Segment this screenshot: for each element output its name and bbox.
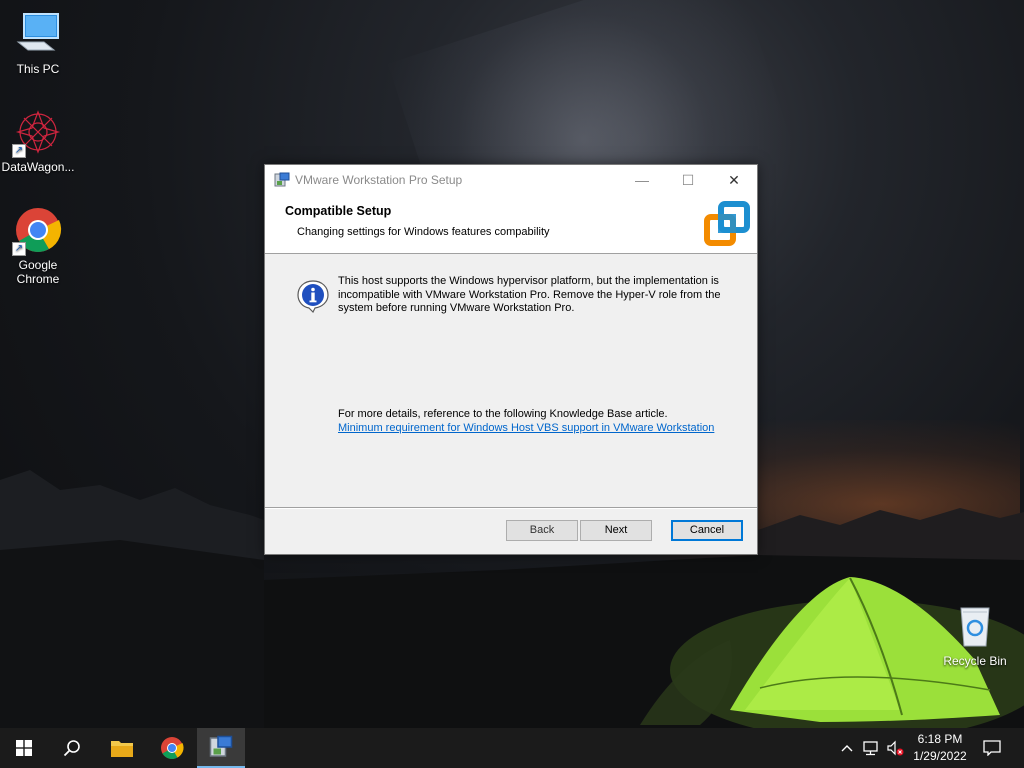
- desktop-icon-this-pc[interactable]: This PC: [0, 10, 76, 76]
- desktop-icon-label: DataWagon...: [1, 160, 75, 174]
- message-text: This host supports the Windows hyperviso…: [338, 275, 721, 314]
- chevron-up-icon: [841, 745, 853, 752]
- header-title: Compatible Setup: [285, 204, 392, 218]
- installer-app-icon: [209, 735, 233, 757]
- computer-icon: [14, 10, 62, 58]
- desktop-icon-google-chrome[interactable]: ↗ Google Chrome: [0, 206, 76, 286]
- kb-article-link[interactable]: Minimum requirement for Windows Host VBS…: [338, 422, 714, 434]
- chrome-icon: [161, 737, 184, 759]
- system-clock[interactable]: 6:18 PM 1/29/2022: [904, 731, 976, 765]
- vmware-logo-icon: [704, 201, 750, 246]
- installer-app-icon: [274, 172, 290, 187]
- dialog-title: VMware Workstation Pro Setup: [295, 173, 463, 187]
- desktop-icon-label: Google Chrome: [16, 258, 60, 286]
- desktop-icon-label: This PC: [16, 62, 60, 76]
- header-subtitle: Changing settings for Windows features c…: [297, 226, 550, 238]
- desktop-icon-recycle-bin[interactable]: Recycle Bin: [937, 602, 1013, 668]
- folder-icon: [111, 741, 133, 757]
- clock-date: 1/29/2022: [913, 749, 967, 763]
- show-hidden-icons-button[interactable]: [838, 728, 856, 768]
- cancel-button[interactable]: Cancel: [671, 520, 743, 541]
- volume-muted-icon: [887, 740, 904, 756]
- notification-icon: [983, 740, 1001, 756]
- volume-control[interactable]: [884, 728, 906, 768]
- dialog-header: Compatible Setup Changing settings for W…: [265, 195, 757, 254]
- search-button[interactable]: [48, 728, 96, 768]
- search-icon: [63, 740, 80, 757]
- close-button[interactable]: ✕: [711, 165, 757, 195]
- maximize-button[interactable]: ☐: [665, 165, 711, 195]
- info-icon: [297, 280, 329, 313]
- dialog-titlebar[interactable]: VMware Workstation Pro Setup — ☐ ✕: [265, 165, 757, 195]
- details-text: For more details, reference to the follo…: [338, 408, 668, 420]
- network-icon: [863, 741, 878, 756]
- taskbar-chrome[interactable]: [148, 728, 196, 768]
- windows-logo-icon: [16, 740, 32, 756]
- taskbar-file-explorer[interactable]: [98, 728, 146, 768]
- recycle-bin-icon: [951, 602, 999, 650]
- network-status[interactable]: [860, 728, 882, 768]
- chrome-icon: ↗: [12, 206, 62, 256]
- start-button[interactable]: [0, 728, 48, 768]
- vmware-setup-dialog: VMware Workstation Pro Setup — ☐ ✕ Compa…: [264, 164, 758, 555]
- back-button[interactable]: Back: [506, 520, 578, 541]
- desktop-icon-datawagon[interactable]: ↗ DataWagon...: [0, 108, 76, 174]
- clock-time: 6:18 PM: [917, 732, 963, 746]
- taskbar-vmware-setup[interactable]: [197, 728, 245, 768]
- taskbar: 6:18 PM 1/29/2022: [0, 728, 1024, 768]
- shortcut-arrow-icon: ↗: [12, 242, 26, 256]
- desktop-icon-label: Recycle Bin: [943, 654, 1007, 668]
- next-button[interactable]: Next: [580, 520, 652, 541]
- shortcut-arrow-icon: ↗: [12, 144, 26, 158]
- datawagon-icon: ↗: [12, 108, 62, 158]
- action-center-button[interactable]: [980, 728, 1004, 768]
- button-separator: [265, 507, 757, 509]
- minimize-button[interactable]: —: [619, 165, 665, 195]
